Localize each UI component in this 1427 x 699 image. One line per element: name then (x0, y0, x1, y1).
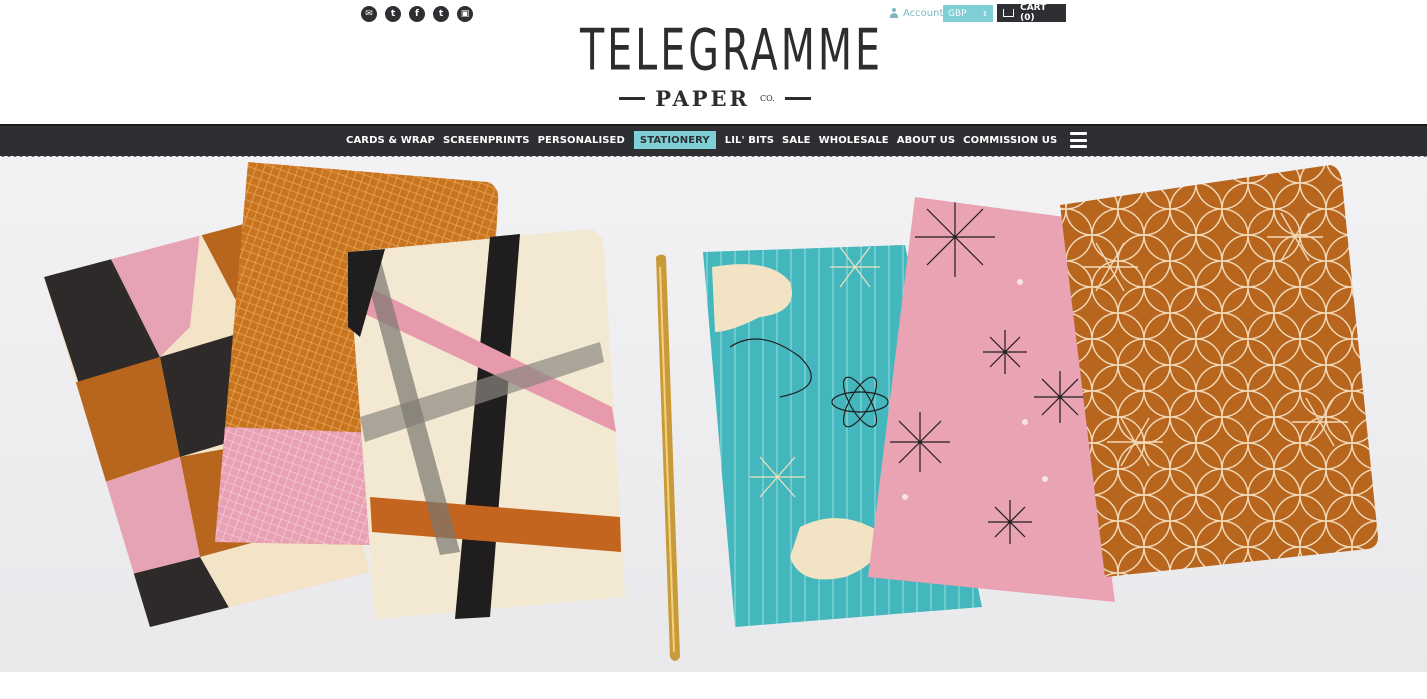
cart-button[interactable]: CART (0) (997, 3, 1066, 23)
twitter-icon[interactable]: t (385, 6, 401, 22)
logo-sub-text: PAPER (655, 86, 751, 111)
tumblr-icon[interactable]: t (433, 6, 449, 22)
logo-main-text: TELEGRAMME (580, 17, 884, 84)
page-footer-space (0, 672, 1427, 699)
nav-item-wholesale[interactable]: WHOLESALE (815, 131, 893, 149)
nav-item-about-us[interactable]: ABOUT US (893, 131, 959, 149)
menu-icon[interactable] (1070, 132, 1087, 148)
hero-image (0, 157, 1427, 672)
site-logo[interactable]: TELEGRAMME PAPER CO. (580, 17, 884, 111)
notebooks-illustration (44, 162, 1378, 661)
account-link[interactable]: Account (889, 6, 943, 20)
cart-label: CART (0) (1020, 3, 1047, 23)
nav-items: CARDS & WRAP SCREENPRINTS PERSONALISED S… (342, 131, 1061, 149)
nav-item-cards-wrap[interactable]: CARDS & WRAP (342, 131, 439, 149)
social-links: ✉ t f t ▣ (361, 6, 473, 22)
instagram-icon[interactable]: ▣ (457, 6, 473, 22)
facebook-icon[interactable]: f (409, 6, 425, 22)
currency-value: GBP (948, 8, 967, 19)
user-icon (889, 8, 899, 18)
nav-item-screenprints[interactable]: SCREENPRINTS (439, 131, 534, 149)
logo-co-text: CO. (760, 93, 775, 103)
logo-divider-right (784, 97, 811, 100)
site-header: ✉ t f t ▣ TELEGRAMME PAPER CO. Account G… (0, 0, 1427, 124)
nav-item-personalised[interactable]: PERSONALISED (534, 131, 629, 149)
main-nav: CARDS & WRAP SCREENPRINTS PERSONALISED S… (0, 124, 1427, 156)
nav-item-commission-us[interactable]: COMMISSION US (959, 131, 1061, 149)
nav-item-stationery[interactable]: STATIONERY (633, 131, 716, 149)
currency-select[interactable]: GBP ⇕ (943, 5, 993, 22)
nav-item-sale[interactable]: SALE (778, 131, 815, 149)
cart-icon (1003, 9, 1015, 17)
chevron-updown-icon: ⇕ (982, 9, 988, 18)
account-label: Account (903, 7, 944, 19)
email-icon[interactable]: ✉ (361, 6, 377, 22)
nav-item-lil-bits[interactable]: LIL' BITS (721, 131, 778, 149)
logo-divider-left (619, 97, 646, 100)
logo-sub: PAPER CO. (580, 86, 850, 111)
